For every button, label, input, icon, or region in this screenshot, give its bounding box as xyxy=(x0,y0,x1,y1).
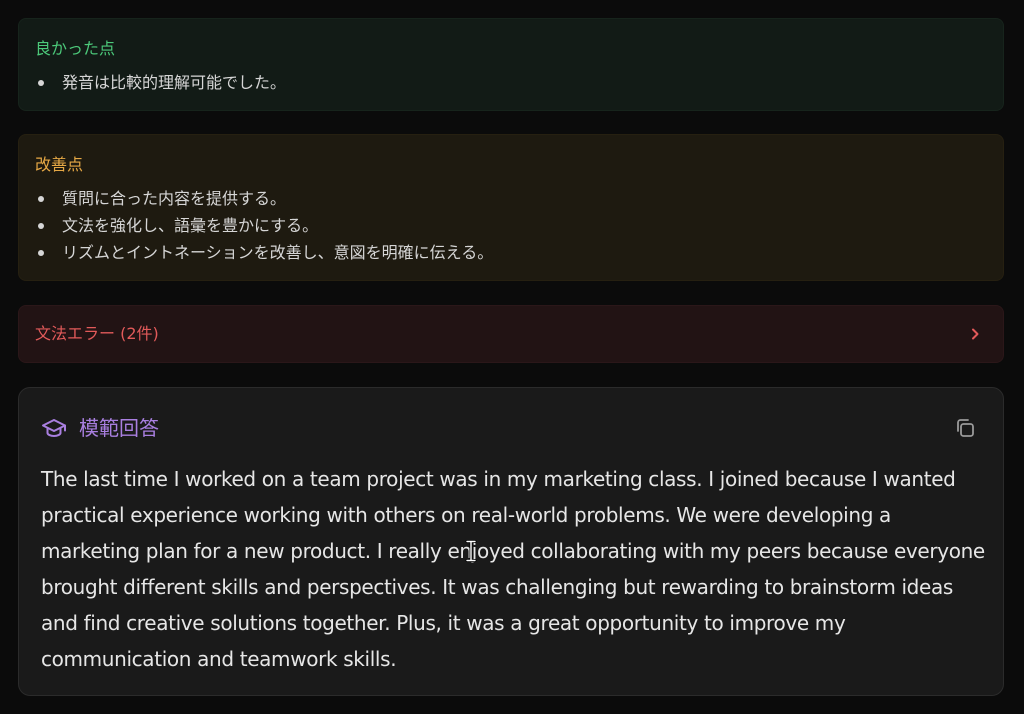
copy-icon[interactable] xyxy=(953,416,977,440)
model-answer-title: 模範回答 xyxy=(79,416,159,440)
graduation-cap-icon xyxy=(42,419,66,437)
good-points-card: 良かった点 発音は比較的理解可能でした。 xyxy=(18,18,1004,111)
chevron-right-icon xyxy=(972,328,979,340)
improvement-item: リズムとイントネーションを改善し、意図を明確に伝える。 xyxy=(35,239,493,266)
improvement-points-card: 改善点 質問に合った内容を提供する。 文法を強化し、語彙を豊かにする。 リズムと… xyxy=(18,134,1004,281)
good-points-title: 良かった点 xyxy=(35,39,116,58)
improvement-item: 文法を強化し、語彙を豊かにする。 xyxy=(35,212,493,239)
grammar-errors-label: 文法エラー (2件) xyxy=(35,324,159,343)
improvement-points-title: 改善点 xyxy=(35,155,84,174)
model-answer-card: 模範回答 The last time I worked on a team pr… xyxy=(18,387,1004,696)
improvement-item: 質問に合った内容を提供する。 xyxy=(35,185,493,212)
improvement-points-list: 質問に合った内容を提供する。 文法を強化し、語彙を豊かにする。 リズムとイントネ… xyxy=(35,185,493,266)
good-points-list: 発音は比較的理解可能でした。 xyxy=(35,69,286,96)
grammar-errors-toggle[interactable]: 文法エラー (2件) xyxy=(18,305,1004,363)
feedback-page: 良かった点 発音は比較的理解可能でした。 改善点 質問に合った内容を提供する。 … xyxy=(0,0,1024,714)
model-answer-text: The last time I worked on a team project… xyxy=(41,467,985,671)
good-point-item: 発音は比較的理解可能でした。 xyxy=(35,69,286,96)
text-cursor-icon xyxy=(465,540,477,562)
model-answer-header: 模範回答 xyxy=(41,415,159,441)
